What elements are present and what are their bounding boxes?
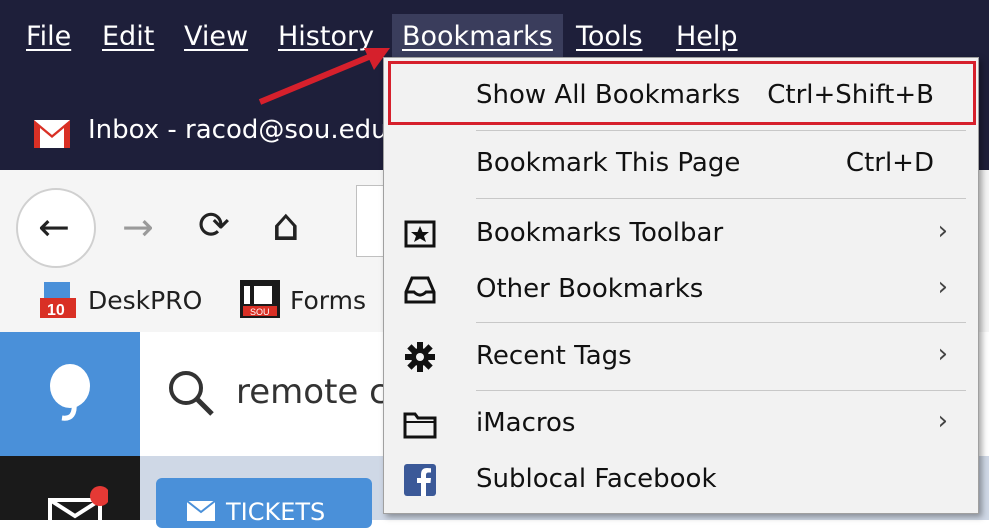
home-icon[interactable]: ⌂ [272,204,300,248]
menuitem-label: Other Bookmarks [476,274,704,304]
menuitem-bookmark-this-page[interactable]: Bookmark This Page Ctrl+D [384,140,978,190]
highlight-box [388,61,976,125]
bookmark-forms[interactable]: Forms [290,286,366,315]
menu-separator [476,390,966,391]
bookmark-deskpro[interactable]: DeskPRO [88,286,202,315]
menu-separator [476,322,966,323]
menu-edit[interactable]: Edit [92,14,164,59]
submenu-chevron-icon: › [937,216,948,246]
folder-icon [403,412,437,439]
tab-title[interactable]: Inbox - racod@sou.edu [88,115,388,145]
reload-icon[interactable]: ⟳ [198,206,230,244]
search-input[interactable]: remote c [236,372,388,412]
submenu-chevron-icon: › [937,272,948,302]
menuitem-label: Bookmark This Page [476,148,741,178]
menuitem-label: Sublocal Facebook [476,464,717,494]
tickets-button[interactable]: TICKETS [156,478,372,528]
deskpro-icon: 10 [40,282,76,318]
bookmarks-dropdown-menu: Show All Bookmarks Ctrl+Shift+B Bookmark… [383,57,979,514]
menu-separator [476,198,966,199]
mail-icon [48,486,108,526]
submenu-chevron-icon: › [937,406,948,436]
menuitem-sublocal-facebook[interactable]: Sublocal Facebook [384,456,978,506]
facebook-icon [404,464,436,496]
menuitem-label: iMacros [476,408,576,438]
deskpro-badge: 10 [47,302,65,318]
menuitem-shortcut: Ctrl+D [845,148,934,178]
star-toolbar-icon [404,220,436,248]
forms-icon: SOU [240,280,280,318]
search-icon [169,371,214,416]
menuitem-bookmarks-toolbar[interactable]: Bookmarks Toolbar › [384,210,978,260]
forward-arrow-icon[interactable]: → [122,208,154,246]
forms-badge: SOU [250,307,270,317]
submenu-chevron-icon: › [937,339,948,369]
tray-icon [404,276,436,304]
menu-bookmarks[interactable]: Bookmarks [392,14,563,59]
menuitem-label: Recent Tags [476,341,632,371]
menu-file[interactable]: File [16,14,81,59]
menuitem-imacros[interactable]: iMacros › [384,400,978,450]
back-arrow-icon: ← [38,205,70,249]
menu-separator [476,130,966,131]
gmail-icon [34,120,70,148]
tickets-label: TICKETS [226,498,326,526]
menu-tools[interactable]: Tools [566,14,653,59]
mail-tile[interactable] [0,456,140,526]
menuitem-other-bookmarks[interactable]: Other Bookmarks › [384,266,978,316]
menuitem-label: Bookmarks Toolbar [476,218,724,248]
gear-icon [405,342,435,372]
envelope-icon [186,500,216,521]
menuitem-recent-tags[interactable]: Recent Tags › [384,333,978,383]
menu-help[interactable]: Help [666,14,748,59]
annotation-arrow [258,48,390,105]
app-logo [0,332,140,456]
elephant-logo-icon [50,364,90,421]
